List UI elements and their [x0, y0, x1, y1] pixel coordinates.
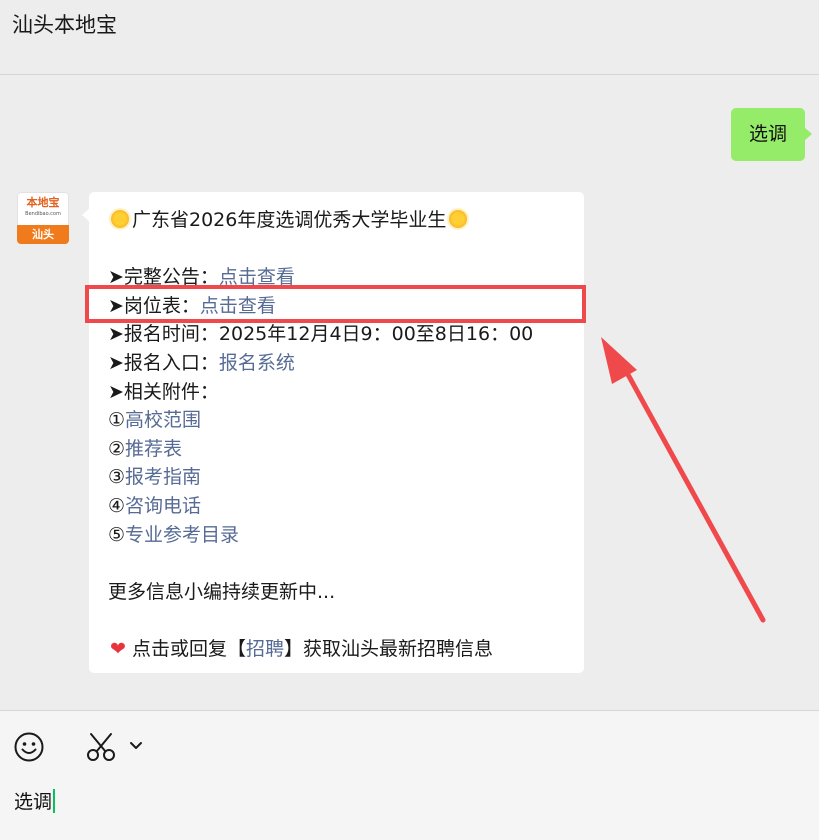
received-message-bubble: 广东省2026年度选调优秀大学毕业生 ➤完整公告：点击查看 ➤岗位表：点击查看 …	[82, 192, 584, 673]
avatar-brand-text: 本地宝	[26, 196, 60, 209]
attachment-item: ②推荐表	[108, 435, 584, 464]
attachment-link-major-catalog[interactable]: 专业参考目录	[125, 524, 239, 546]
chat-title: 汕头本地宝	[12, 13, 117, 37]
footer-line: ❤ 点击或回复【招聘】获取汕头最新招聘信息	[108, 635, 584, 664]
info-line-registration-time: ➤报名时间：2025年12月4日9：00至8日16：00	[108, 320, 584, 349]
message-list[interactable]: 选调 本地宝 Bendibao.com 汕头 广东省2026年度选调优秀大学毕业…	[0, 76, 819, 710]
message-title-line: 广东省2026年度选调优秀大学毕业生	[108, 206, 584, 235]
recruitment-keyword-link[interactable]: 招聘	[246, 638, 284, 660]
text-caret	[53, 789, 56, 813]
avatar-city-label: 汕头	[17, 225, 69, 244]
official-account-avatar[interactable]: 本地宝 Bendibao.com 汕头	[17, 192, 69, 244]
footer-text-post: 】获取汕头最新招聘信息	[284, 637, 494, 660]
attachment-item: ③报考指南	[108, 463, 584, 492]
attachment-link-recommendation-form[interactable]: 推荐表	[125, 438, 182, 460]
registration-system-link[interactable]: 报名系统	[219, 352, 295, 374]
attachment-number: ①	[108, 409, 126, 432]
attachment-item: ①高校范围	[108, 406, 584, 435]
footer-text-pre: 点击或回复【	[132, 637, 247, 660]
message-title: 广东省2026年度选调优秀大学毕业生	[132, 209, 447, 231]
attachment-number: ⑤	[108, 523, 126, 546]
input-panel: 选调	[0, 710, 819, 840]
heart-emoji-icon: ❤	[110, 637, 126, 660]
attachment-link-exam-guide[interactable]: 报考指南	[125, 466, 201, 488]
avatar-url-text: Bendibao.com	[25, 211, 61, 217]
chat-header: 汕头本地宝	[0, 0, 819, 75]
smiley-icon[interactable]	[13, 731, 45, 763]
sun-emoji-icon	[111, 210, 129, 228]
sent-message-bubble[interactable]: 选调	[730, 108, 813, 161]
attachment-item: ④咨询电话	[108, 492, 584, 521]
attachment-link-hotline[interactable]: 咨询电话	[125, 495, 201, 517]
avatar-logo: 本地宝 Bendibao.com	[17, 192, 69, 225]
attachment-number: ④	[108, 494, 126, 517]
attachment-item: ⑤专业参考目录	[108, 521, 584, 550]
sun-emoji-icon	[449, 210, 468, 228]
info-label: ➤相关附件：	[108, 380, 219, 403]
message-input-text: 选调	[14, 791, 53, 813]
info-line-registration-entry: ➤报名入口：报名系统	[108, 349, 584, 378]
info-label: ➤报名时间：2025年12月4日9：00至8日16：00	[108, 323, 534, 346]
attachment-link-university-scope[interactable]: 高校范围	[125, 409, 201, 431]
annotation-highlight-box	[85, 285, 586, 323]
more-info-text: 更多信息小编持续更新中...	[108, 580, 336, 603]
attachment-number: ②	[108, 437, 126, 460]
attachment-number: ③	[108, 466, 126, 489]
chevron-down-icon[interactable]	[129, 741, 143, 751]
info-label: ➤报名入口：	[108, 351, 219, 374]
message-input[interactable]: 选调	[14, 789, 56, 815]
info-line-attachments: ➤相关附件：	[108, 378, 584, 407]
scissors-icon[interactable]	[85, 731, 117, 763]
